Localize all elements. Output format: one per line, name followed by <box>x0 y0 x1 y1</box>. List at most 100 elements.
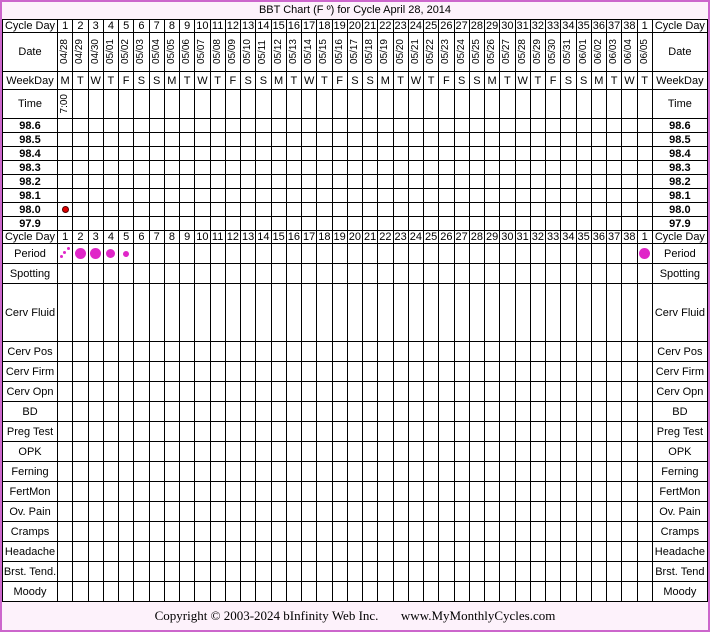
row-moody-cell[interactable] <box>423 581 440 602</box>
temp-grid-cell[interactable] <box>636 132 653 147</box>
row-brst-tend-cell[interactable] <box>392 561 409 582</box>
row-moody-cell[interactable] <box>316 581 333 602</box>
temp-grid-cell[interactable] <box>72 188 89 203</box>
row-fertmon-cell[interactable] <box>575 481 592 502</box>
temp-grid-cell[interactable] <box>331 118 348 133</box>
row-cramps-cell[interactable] <box>194 521 211 542</box>
row-ferning-cell[interactable] <box>407 461 425 482</box>
row-cerv-fluid-cell[interactable] <box>301 283 318 342</box>
temp-grid-cell[interactable] <box>362 188 379 203</box>
row-cramps-cell[interactable] <box>163 521 181 542</box>
row-ferning-cell[interactable] <box>148 461 165 482</box>
period-cell[interactable] <box>636 243 653 264</box>
temp-grid-cell[interactable] <box>575 202 592 217</box>
temp-grid-cell[interactable] <box>362 160 379 175</box>
row-headache-cell[interactable] <box>163 541 181 562</box>
row-bd-cell[interactable] <box>133 401 150 422</box>
temp-grid-cell[interactable] <box>270 174 287 189</box>
row-cerv-opn-cell[interactable] <box>377 381 394 402</box>
row-cerv-firm-cell[interactable] <box>621 361 638 382</box>
row-bd-cell[interactable] <box>499 401 516 422</box>
time-cell[interactable] <box>148 89 165 119</box>
temp-grid-cell[interactable] <box>484 216 501 231</box>
row-cerv-fluid-cell[interactable] <box>453 283 470 342</box>
row-cerv-fluid-cell[interactable] <box>316 283 333 342</box>
row-brst-tend-cell[interactable] <box>224 561 242 582</box>
row-cerv-fluid-cell[interactable] <box>102 283 120 342</box>
row-preg-test-cell[interactable] <box>209 421 226 442</box>
row-cerv-opn-cell[interactable] <box>72 381 89 402</box>
row-spotting-cell[interactable] <box>423 263 440 284</box>
temp-grid-cell[interactable] <box>575 118 592 133</box>
temp-grid-cell[interactable] <box>636 202 653 217</box>
row-cerv-opn-cell[interactable] <box>621 381 638 402</box>
time-cell[interactable] <box>163 89 181 119</box>
row-cramps-cell[interactable] <box>148 521 165 542</box>
temp-grid-cell[interactable] <box>87 202 104 217</box>
row-ov-pain-cell[interactable] <box>194 501 211 522</box>
temp-grid-cell[interactable] <box>194 118 211 133</box>
temp-grid-cell[interactable] <box>560 160 577 175</box>
row-preg-test-cell[interactable] <box>545 421 562 442</box>
temp-grid-cell[interactable] <box>484 160 501 175</box>
temp-grid-cell[interactable] <box>331 174 348 189</box>
period-cell[interactable] <box>590 243 608 264</box>
row-opk-cell[interactable] <box>316 441 333 462</box>
row-spotting-cell[interactable] <box>163 263 181 284</box>
temp-grid-cell[interactable] <box>575 132 592 147</box>
row-bd-cell[interactable] <box>545 401 562 422</box>
row-moody-cell[interactable] <box>224 581 242 602</box>
period-cell[interactable] <box>468 243 486 264</box>
temp-grid-cell[interactable] <box>392 188 409 203</box>
row-ferning-cell[interactable] <box>87 461 104 482</box>
row-headache-cell[interactable] <box>57 541 74 562</box>
row-preg-test-cell[interactable] <box>438 421 455 442</box>
period-marker[interactable] <box>90 248 102 259</box>
temp-grid-cell[interactable] <box>179 216 196 231</box>
period-cell[interactable] <box>331 243 348 264</box>
temp-grid-cell[interactable] <box>179 132 196 147</box>
temp-grid-cell[interactable] <box>316 160 333 175</box>
temp-grid-cell[interactable] <box>499 146 516 161</box>
temp-grid-cell[interactable] <box>285 146 303 161</box>
row-spotting-cell[interactable] <box>148 263 165 284</box>
row-preg-test-cell[interactable] <box>453 421 470 442</box>
time-cell[interactable] <box>224 89 242 119</box>
row-cramps-cell[interactable] <box>87 521 104 542</box>
row-cramps-cell[interactable] <box>377 521 394 542</box>
temp-grid-cell[interactable] <box>270 216 287 231</box>
temp-grid-cell[interactable] <box>194 132 211 147</box>
row-bd-cell[interactable] <box>57 401 74 422</box>
row-cerv-firm-cell[interactable] <box>118 361 135 382</box>
temp-grid-cell[interactable] <box>636 174 653 189</box>
row-headache-cell[interactable] <box>87 541 104 562</box>
row-brst-tend-cell[interactable] <box>194 561 211 582</box>
row-headache-cell[interactable] <box>118 541 135 562</box>
temp-grid-cell[interactable] <box>423 188 440 203</box>
row-cerv-fluid-cell[interactable] <box>377 283 394 342</box>
temp-grid-cell[interactable] <box>499 118 516 133</box>
row-ov-pain-cell[interactable] <box>636 501 653 522</box>
row-opk-cell[interactable] <box>87 441 104 462</box>
temp-grid-cell[interactable] <box>209 118 226 133</box>
temp-grid-cell[interactable] <box>621 174 638 189</box>
period-cell[interactable] <box>163 243 181 264</box>
temp-grid-cell[interactable] <box>72 202 89 217</box>
row-cerv-pos-cell[interactable] <box>209 341 226 362</box>
row-ov-pain-cell[interactable] <box>606 501 623 522</box>
period-cell[interactable] <box>621 243 638 264</box>
row-fertmon-cell[interactable] <box>453 481 470 502</box>
temp-grid-cell[interactable] <box>636 146 653 161</box>
temp-grid-cell[interactable] <box>316 118 333 133</box>
temp-grid-cell[interactable] <box>590 202 608 217</box>
row-fertmon-cell[interactable] <box>423 481 440 502</box>
row-cerv-opn-cell[interactable] <box>118 381 135 402</box>
row-ferning-cell[interactable] <box>392 461 409 482</box>
row-cerv-firm-cell[interactable] <box>102 361 120 382</box>
temp-grid-cell[interactable] <box>499 202 516 217</box>
row-cerv-opn-cell[interactable] <box>331 381 348 402</box>
website-link[interactable]: www.MyMonthlyCycles.com <box>401 608 555 623</box>
row-opk-cell[interactable] <box>590 441 608 462</box>
period-cell[interactable] <box>240 243 257 264</box>
row-preg-test-cell[interactable] <box>484 421 501 442</box>
